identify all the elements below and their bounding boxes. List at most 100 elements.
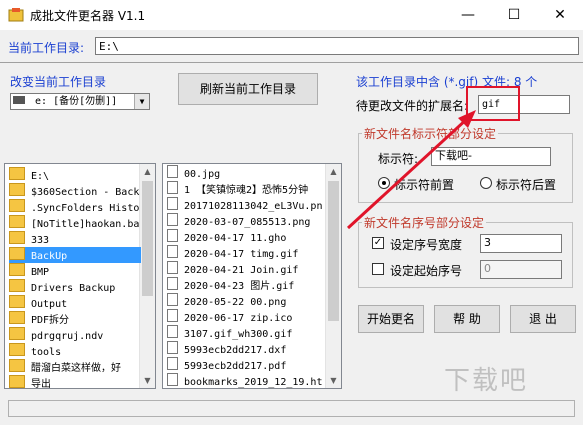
- width-input[interactable]: 3: [480, 234, 562, 253]
- file-name: 20171028113042_eL3Vu.pn: [184, 201, 323, 212]
- tree-item[interactable]: 导出: [9, 375, 141, 388]
- marker-back-label[interactable]: 标示符后置: [496, 176, 556, 193]
- file-icon: [167, 341, 178, 354]
- tree-item-label: E:\: [31, 171, 50, 182]
- folder-icon: [9, 359, 25, 372]
- tree-item-label: 醋溜白菜这样做，好: [31, 363, 121, 374]
- drive-select[interactable]: e: [备份[勿删]] ▼: [10, 93, 150, 110]
- file-list-item[interactable]: 2020-04-21 Join.gif: [167, 261, 327, 277]
- start-rename-button[interactable]: 开始更名: [358, 305, 424, 333]
- chevron-down-icon[interactable]: ▼: [134, 94, 149, 109]
- file-list-item[interactable]: 5993ecb2dd217.dxf: [167, 341, 327, 357]
- file-icon: [167, 325, 178, 338]
- current-dir-label: 当前工作目录:: [8, 41, 85, 55]
- change-dir-label: 改变当前工作目录: [10, 75, 107, 89]
- file-list-item[interactable]: 00.jpg: [167, 165, 327, 181]
- tree-item[interactable]: PDF拆分: [9, 311, 141, 327]
- open-folder-icon: [9, 167, 25, 180]
- folder-tree[interactable]: ▲ ▼ E:\ $360Section - Back .SyncFolders Hi…: [4, 163, 156, 389]
- file-icon: [167, 213, 178, 226]
- tree-item-label: BMP: [31, 267, 50, 278]
- file-name: 2020-05-22 00.png: [184, 297, 287, 308]
- scroll-up-icon[interactable]: ▲: [140, 164, 155, 179]
- scroll-down-icon[interactable]: ▼: [326, 373, 341, 388]
- refresh-dir-button[interactable]: 刷新当前工作目录: [178, 73, 318, 105]
- file-icon: [167, 357, 178, 370]
- tree-item-label: pdrgqruj.ndv: [31, 331, 104, 342]
- file-list-item[interactable]: 2020-04-17 11.gho: [167, 229, 327, 245]
- help-button[interactable]: 帮 助: [434, 305, 500, 333]
- file-icon: [167, 245, 178, 258]
- tree-item[interactable]: 醋溜白菜这样做，好: [9, 359, 141, 375]
- file-list-item[interactable]: 20171028113042_eL3Vu.pn: [167, 197, 327, 213]
- folder-icon: [9, 199, 25, 212]
- file-name: 5993ecb2dd217.pdf: [184, 361, 287, 372]
- scroll-thumb[interactable]: [142, 181, 153, 296]
- scroll-down-icon[interactable]: ▼: [140, 373, 155, 388]
- app-icon: [8, 8, 24, 22]
- tree-item[interactable]: [NoTitle]haokan.ba: [9, 215, 141, 231]
- divider: [0, 62, 583, 63]
- tree-item[interactable]: Output: [9, 295, 141, 311]
- tree-item-label: BackUp: [31, 251, 68, 262]
- window-title: 成批文件更名器 V1.1: [30, 9, 146, 23]
- tree-item[interactable]: Drivers Backup: [9, 279, 141, 295]
- file-icon: [167, 229, 178, 242]
- file-name: 2020-04-17 11.gho: [184, 233, 287, 244]
- tree-scrollbar[interactable]: ▲ ▼: [139, 164, 155, 388]
- folder-icon: [9, 343, 25, 356]
- start-input: 0: [480, 260, 562, 279]
- tree-item[interactable]: .SyncFolders Histo: [9, 199, 141, 215]
- file-icon: [167, 181, 178, 194]
- scroll-thumb[interactable]: [328, 181, 339, 321]
- title-bar: 成批文件更名器 V1.1 — ☐ ✕: [0, 0, 583, 30]
- folder-icon: [9, 311, 25, 324]
- folder-icon: [9, 375, 25, 388]
- maximize-button[interactable]: ☐: [491, 0, 537, 30]
- folder-icon: [9, 327, 25, 340]
- file-list-item[interactable]: 5993ecb2dd217.pdf: [167, 357, 327, 373]
- close-button[interactable]: ✕: [537, 0, 583, 30]
- folder-icon: [9, 279, 25, 292]
- file-name: 2020-04-17 timg.gif: [184, 249, 299, 260]
- status-bar: [8, 400, 575, 417]
- file-icon: [167, 197, 178, 210]
- start-checkbox[interactable]: [372, 263, 384, 275]
- tree-item[interactable]: tools: [9, 343, 141, 359]
- file-icon: [167, 261, 178, 274]
- folder-icon: [9, 231, 25, 244]
- minimize-button[interactable]: —: [445, 0, 491, 30]
- watermark: 下载吧: [444, 366, 529, 396]
- file-name: 2020-03-07_085513.png: [184, 217, 311, 228]
- tree-item-label: 333: [31, 235, 50, 246]
- tree-item-label: Output: [31, 299, 68, 310]
- file-list-item[interactable]: 2020-05-22 00.png: [167, 293, 327, 309]
- file-list-scrollbar[interactable]: ▲ ▼: [325, 164, 341, 388]
- tree-item[interactable]: 333: [9, 231, 141, 247]
- tree-item-label: tools: [31, 347, 62, 358]
- start-label[interactable]: 设定起始序号: [390, 262, 462, 279]
- file-list-item[interactable]: 2020-06-17 zip.ico: [167, 309, 327, 325]
- file-name: bookmarks_2019_12_19.ht: [184, 377, 323, 388]
- file-icon: [167, 165, 178, 178]
- scroll-up-icon[interactable]: ▲: [326, 164, 341, 179]
- exit-button[interactable]: 退 出: [510, 305, 576, 333]
- file-list-item[interactable]: 2020-04-23 图片.gif: [167, 277, 327, 293]
- file-name: 2020-04-21 Join.gif: [184, 265, 299, 276]
- tree-item[interactable]: pdrgqruj.ndv: [9, 327, 141, 343]
- tree-item[interactable]: BMP: [9, 263, 141, 279]
- file-list-item[interactable]: bookmarks_2019_12_19.ht: [167, 373, 327, 388]
- file-list-item[interactable]: 3107.gif_wh300.gif: [167, 325, 327, 341]
- tree-item[interactable]: BackUp: [9, 247, 141, 263]
- file-name: 00.jpg: [184, 169, 221, 180]
- current-dir-field[interactable]: E:\: [95, 37, 579, 55]
- file-list-item[interactable]: 2020-03-07_085513.png: [167, 213, 327, 229]
- tree-item[interactable]: E:\: [9, 167, 141, 183]
- file-list-item[interactable]: 1 【笑镇惊魂2】恐怖5分钟: [167, 181, 327, 197]
- tree-item-label: PDF拆分: [31, 315, 70, 326]
- file-list-item[interactable]: 2020-04-17 timg.gif: [167, 245, 327, 261]
- file-list[interactable]: ▲ ▼ 00.jpg 1 【笑镇惊魂2】恐怖5分钟 20171028113042_e…: [162, 163, 342, 389]
- folder-icon: [9, 263, 25, 276]
- tree-item-label: $360Section - Back: [31, 187, 140, 198]
- tree-item[interactable]: $360Section - Back: [9, 183, 141, 199]
